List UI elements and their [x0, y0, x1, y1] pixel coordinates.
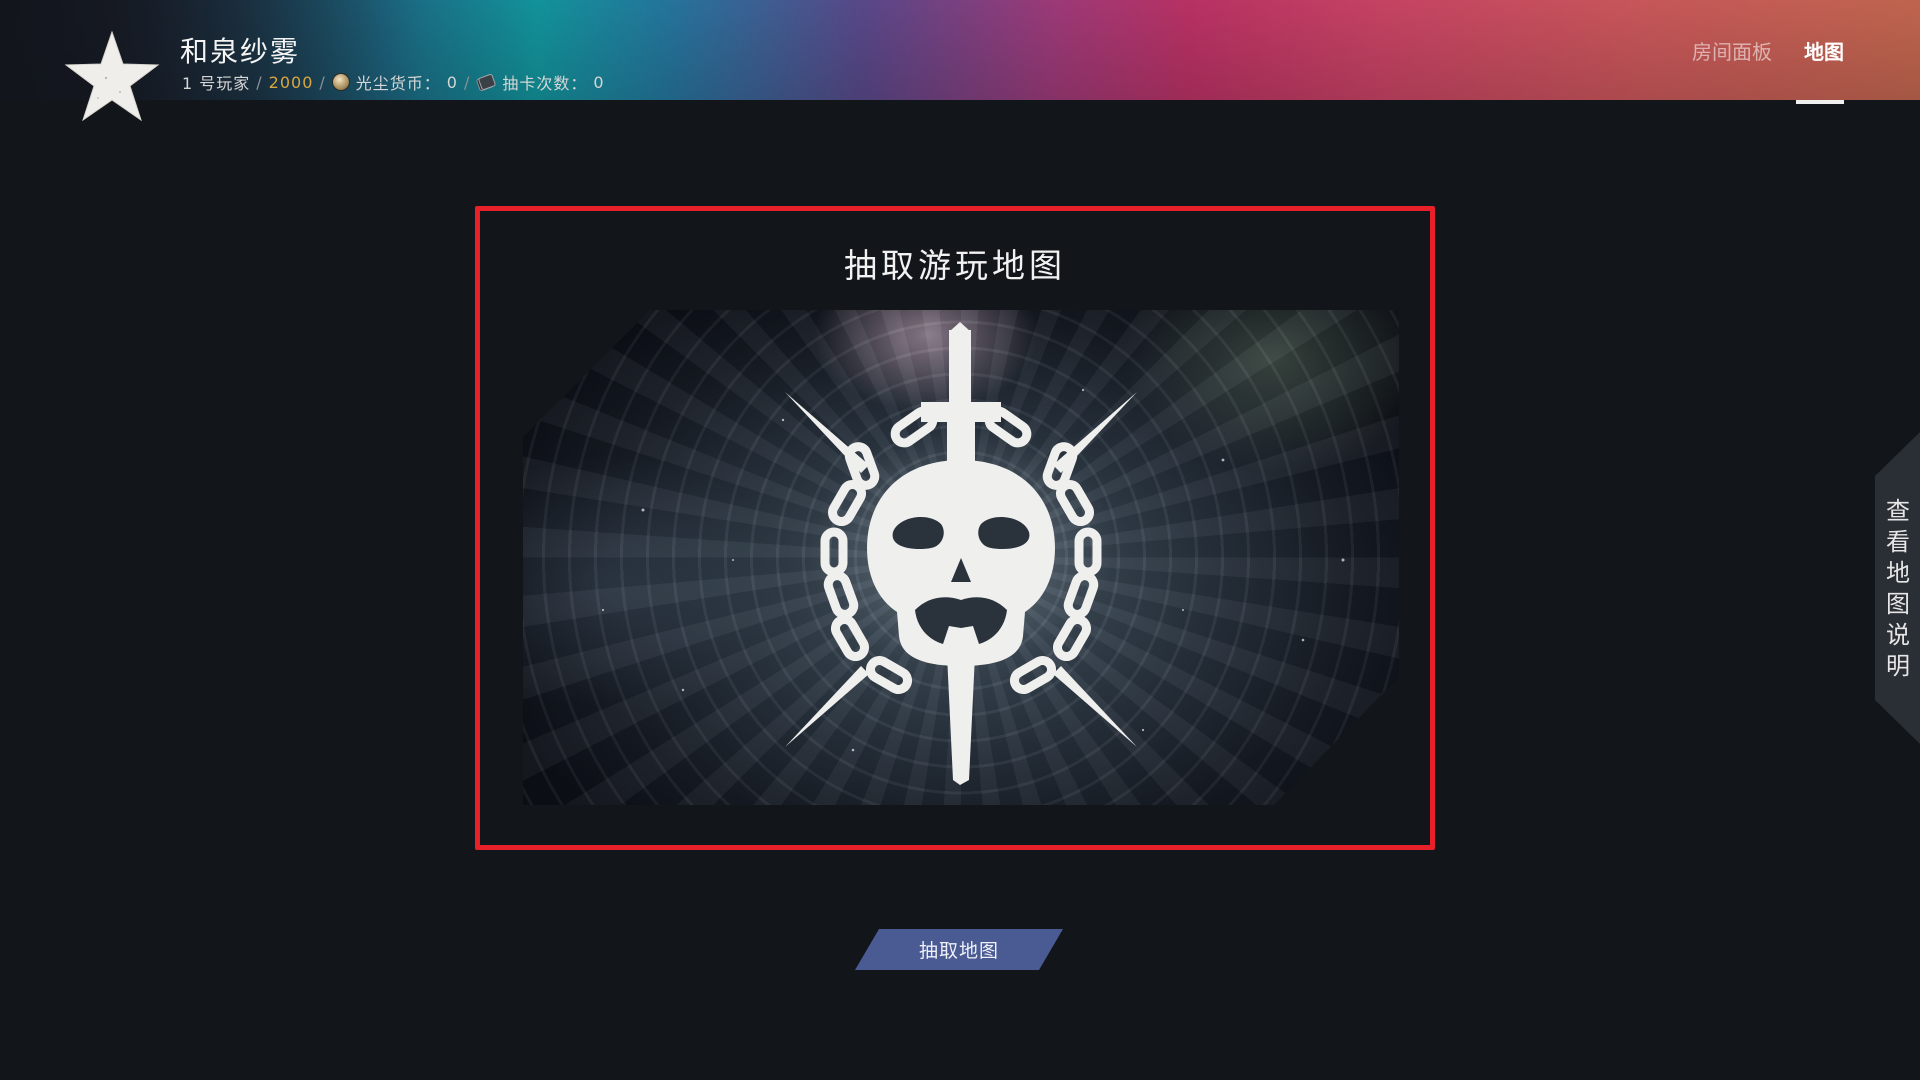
separator: /	[463, 72, 471, 92]
map-preview-image	[523, 310, 1399, 805]
map-draw-panel: 抽取游玩地图	[475, 206, 1435, 850]
player-name: 和泉纱雾	[180, 35, 301, 68]
draws-value: 0	[593, 72, 605, 92]
draws-label: 抽卡次数：	[502, 74, 588, 93]
dust-label: 光尘货币：	[355, 74, 441, 93]
panel-title: 抽取游玩地图	[844, 246, 1066, 285]
coin-icon	[331, 73, 350, 91]
separator: /	[256, 72, 263, 92]
player-slot: 1 号玩家	[182, 74, 251, 93]
draw-map-button[interactable]: 抽取地图	[855, 929, 1063, 970]
map-info-side-tab[interactable]: 查看地图说明	[1875, 432, 1920, 744]
star-emblem-icon	[64, 30, 160, 122]
nav-map[interactable]: 地图	[1804, 36, 1844, 65]
separator: /	[319, 72, 326, 92]
top-nav: 房间面板 地图	[1692, 36, 1844, 65]
player-stats: 1 号玩家 / 2000 / 光尘货币： 0 / 抽卡次数： 0	[182, 70, 605, 94]
player-score: 2000	[268, 72, 314, 92]
skull-sword-chains-emblem	[601, 322, 1345, 785]
dust-value: 0	[446, 72, 458, 92]
nav-room-panel[interactable]: 房间面板	[1692, 36, 1772, 65]
card-deck-icon	[476, 74, 496, 91]
nav-active-indicator	[1796, 100, 1844, 104]
side-tab-label: 查看地图说明	[1886, 497, 1910, 680]
